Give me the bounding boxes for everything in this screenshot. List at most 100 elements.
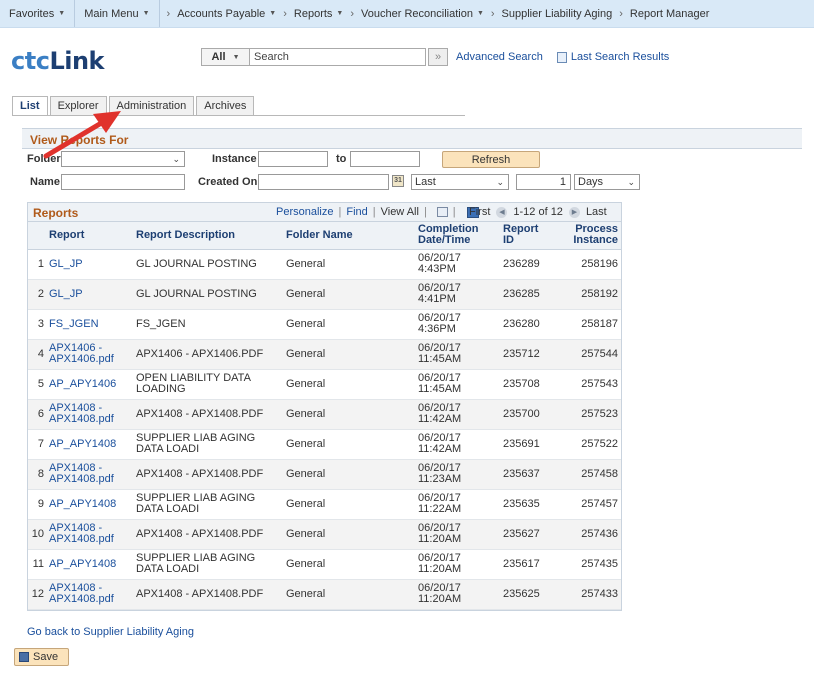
report-link[interactable]: APX1408 - APX1408.pdf [49, 582, 114, 605]
report-link[interactable]: AP_APY1406 [49, 378, 116, 390]
breadcrumb-accounts-payable[interactable]: Accounts Payable ▼ [177, 0, 276, 27]
report-link[interactable]: APX1408 - APX1408.pdf [49, 402, 114, 425]
last-select[interactable]: Last ⌄ [411, 174, 509, 190]
created-on-input[interactable] [258, 174, 389, 190]
report-link[interactable]: APX1408 - APX1408.pdf [49, 522, 114, 545]
caret-down-icon: ▼ [269, 10, 277, 17]
report-id-cell: 235700 [500, 399, 545, 430]
report-link[interactable]: AP_APY1408 [49, 438, 116, 450]
previous-arrow-icon[interactable]: ◀ [496, 206, 508, 218]
breadcrumb-supplier-liability-aging[interactable]: Supplier Liability Aging [502, 0, 613, 27]
column-header-completion[interactable]: Completion Date/Time [415, 222, 500, 250]
report-link[interactable]: AP_APY1408 [49, 498, 116, 510]
report-cell: AP_APY1408 [46, 489, 133, 520]
report-link[interactable]: FS_JGEN [49, 318, 99, 330]
completion-cell: 06/20/17 11:42AM [415, 399, 500, 430]
calendar-icon[interactable]: 31 [392, 175, 404, 187]
pagination-range: 1-12 of 12 [513, 206, 563, 218]
process-instance-cell: 258187 [545, 309, 621, 340]
completion-cell: 06/20/17 4:43PM [415, 249, 500, 280]
completion-cell: 06/20/17 11:20AM [415, 579, 500, 610]
divider: | [423, 206, 427, 218]
caret-down-icon: ▼ [142, 10, 150, 17]
save-button[interactable]: Save [14, 648, 69, 666]
tab-explorer[interactable]: Explorer [49, 96, 107, 115]
report-cell: APX1408 - APX1408.pdf [46, 519, 133, 550]
view-all-link[interactable]: View All [381, 206, 419, 218]
main-menu[interactable]: Main Menu ▼ [75, 0, 160, 27]
breadcrumb-label: Reports [293, 7, 333, 20]
description-cell: GL JOURNAL POSTING [133, 249, 283, 280]
row-number: 1 [28, 249, 46, 280]
report-link[interactable]: GL_JP [49, 288, 83, 300]
instance-from-input[interactable] [258, 151, 328, 167]
report-id-cell: 235627 [500, 519, 545, 550]
divider: | [372, 206, 376, 218]
column-header-process-instance[interactable]: Process Instance [545, 222, 621, 250]
reports-grid-title: Reports [33, 206, 79, 220]
column-header-description[interactable]: Report Description [133, 222, 283, 250]
next-arrow-icon[interactable]: ▶ [568, 206, 580, 218]
favorites-menu[interactable]: Favorites ▼ [0, 0, 76, 27]
refresh-button[interactable]: Refresh [442, 151, 540, 168]
completion-time: 11:22AM [418, 503, 462, 515]
ctclink-logo[interactable]: ctcLink [11, 47, 105, 75]
column-header-report[interactable]: Report [46, 222, 133, 250]
tab-administration[interactable]: Administration [108, 96, 195, 115]
folder-cell: General [283, 459, 415, 490]
folder-cell: General [283, 339, 415, 370]
tab-list[interactable]: List [12, 96, 48, 115]
row-number: 2 [28, 279, 46, 310]
count-input[interactable]: 1 [516, 174, 571, 190]
page-header: ctcLink All ▼ Search » Advanced Search L… [0, 29, 814, 82]
find-link[interactable]: Find [346, 206, 367, 218]
report-id-cell: 235635 [500, 489, 545, 520]
search-placeholder: Search [254, 51, 289, 63]
divider: | [452, 206, 456, 218]
folder-select[interactable]: ⌄ [61, 151, 185, 167]
unit-select[interactable]: Days ⌄ [574, 174, 640, 190]
search-input[interactable]: Search [250, 48, 426, 66]
advanced-search-link[interactable]: Advanced Search [456, 51, 543, 63]
folder-cell: General [283, 399, 415, 430]
table-row: 6 APX1408 - APX1408.pdf APX1408 - APX1408.… [28, 399, 621, 430]
completion-time: 11:20AM [418, 593, 462, 605]
last-search-results-link[interactable]: Last Search Results [556, 51, 669, 63]
breadcrumb-reports[interactable]: Reports ▼ [294, 0, 343, 27]
first-link[interactable]: First [469, 206, 490, 218]
report-link[interactable]: APX1406 - APX1406.pdf [49, 342, 114, 365]
search-go-button[interactable]: » [428, 48, 448, 66]
folder-cell: General [283, 429, 415, 460]
last-link[interactable]: Last [586, 206, 607, 218]
folder-cell: General [283, 489, 415, 520]
breadcrumb-label: Supplier Liability Aging [501, 7, 613, 20]
process-instance-cell: 258196 [545, 249, 621, 280]
table-row: 2 GL_JP GL JOURNAL POSTING General 06/20/17 4… [28, 279, 621, 310]
chevron-right-icon: › [166, 7, 171, 20]
caret-down-icon: ▼ [232, 53, 240, 61]
report-cell: GL_JP [46, 279, 133, 310]
name-input[interactable] [61, 174, 185, 190]
column-header-report-id[interactable]: Report ID [500, 222, 545, 250]
process-instance-cell: 257523 [545, 399, 621, 430]
completion-cell: 06/20/17 11:22AM [415, 489, 500, 520]
zoom-grid-icon[interactable] [436, 207, 448, 217]
process-instance-cell: 257436 [545, 519, 621, 550]
report-link[interactable]: APX1408 - APX1408.pdf [49, 462, 114, 485]
report-link[interactable]: GL_JP [49, 258, 83, 270]
folder-cell: General [283, 369, 415, 400]
instance-to-input[interactable] [350, 151, 420, 167]
column-header-folder[interactable]: Folder Name [283, 222, 415, 250]
tab-archives[interactable]: Archives [196, 96, 255, 115]
report-link[interactable]: AP_APY1408 [49, 558, 116, 570]
breadcrumb-report-manager[interactable]: Report Manager [630, 0, 710, 27]
row-number: 6 [28, 399, 46, 430]
folder-cell: General [283, 249, 415, 280]
back-to-supplier-liability-aging-link[interactable]: Go back to Supplier Liability Aging [27, 626, 194, 638]
description-cell: GL JOURNAL POSTING [133, 279, 283, 310]
breadcrumb-voucher-reconciliation[interactable]: Voucher Reconciliation ▼ [361, 0, 484, 27]
caret-down-icon: ▼ [58, 10, 66, 17]
search-scope-select[interactable]: All ▼ [201, 48, 250, 66]
personalize-link[interactable]: Personalize [276, 206, 333, 218]
table-row: 5 AP_APY1406 OPEN LIABILITY DATA LOADING Ge… [28, 369, 621, 400]
